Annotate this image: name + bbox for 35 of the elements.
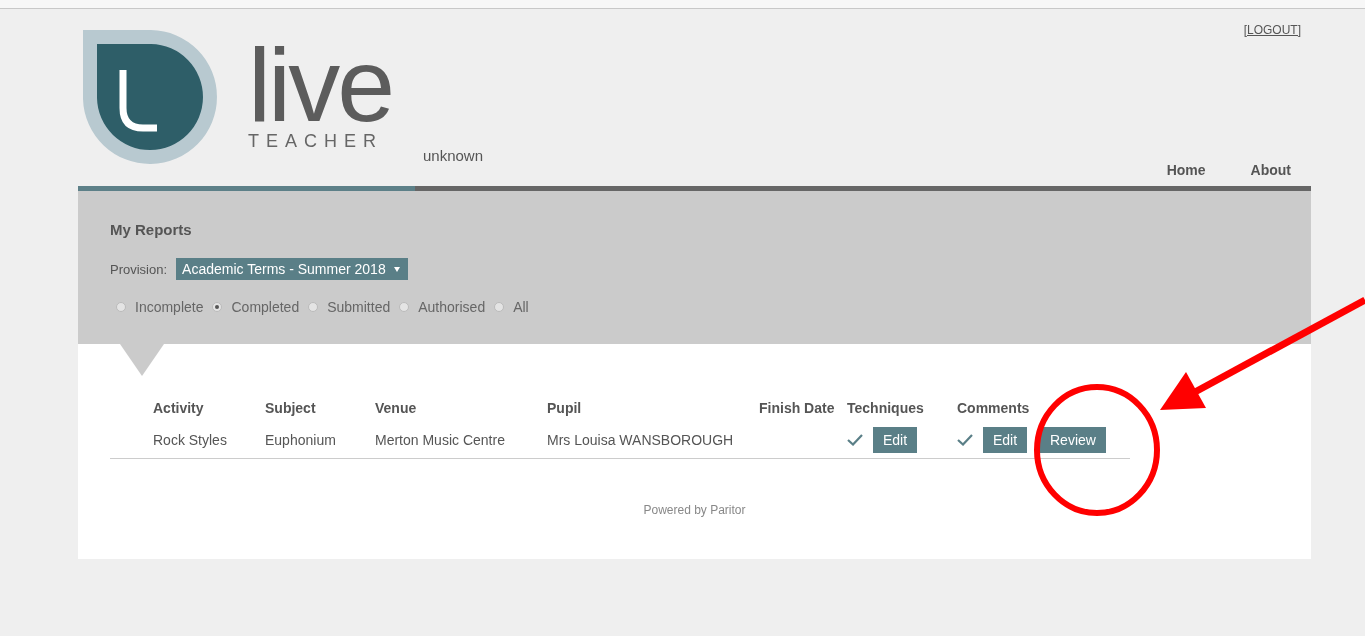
radio-label[interactable]: Incomplete	[135, 299, 204, 315]
radio-label[interactable]: Submitted	[327, 299, 391, 315]
radio-button[interactable]	[308, 302, 319, 312]
caret-icon	[393, 266, 400, 272]
column-header: Pupil	[547, 400, 583, 418]
user-name: unknown	[423, 147, 484, 165]
logo-subtitle: TEACHER	[248, 131, 384, 151]
nav-link[interactable]: Home	[1166, 162, 1206, 178]
radio-button[interactable]	[212, 302, 223, 312]
edit-button[interactable]: Edit	[873, 427, 918, 453]
table-cell-text: Mrs Louisa WANSBOROUGH	[547, 431, 735, 450]
logout-link[interactable]: [LOGOUT]	[1243, 23, 1301, 37]
radio-label[interactable]: Authorised	[418, 299, 486, 315]
review-button[interactable]: Review	[1040, 427, 1106, 453]
edit-button[interactable]: Edit	[983, 427, 1028, 453]
section-title: My Reports	[110, 221, 193, 238]
footer-text: Powered by Paritor	[642, 503, 747, 517]
radio-button[interactable]	[116, 302, 126, 312]
nav-link[interactable]: About	[1250, 162, 1291, 178]
table-cell-text: Euphonium	[265, 431, 337, 450]
radio-button[interactable]	[399, 302, 410, 312]
column-header: Comments	[957, 400, 1031, 418]
column-header: Activity	[153, 400, 205, 418]
table-cell-text: Merton Music Centre	[375, 431, 506, 450]
radio-label[interactable]: Completed	[231, 299, 300, 315]
column-header: Finish Date	[759, 400, 836, 418]
radio-label[interactable]: All	[513, 299, 529, 315]
provision-label: Provision:	[110, 261, 168, 277]
column-header: Venue	[375, 400, 418, 418]
logo-wordmark: live	[248, 43, 394, 127]
radio-button[interactable]	[494, 302, 505, 312]
column-header: Techniques	[847, 400, 925, 418]
column-header: Subject	[265, 400, 317, 418]
table-cell-text: Rock Styles	[153, 431, 228, 450]
provision-dropdown[interactable]: Academic Terms - Summer 2018	[176, 258, 408, 280]
